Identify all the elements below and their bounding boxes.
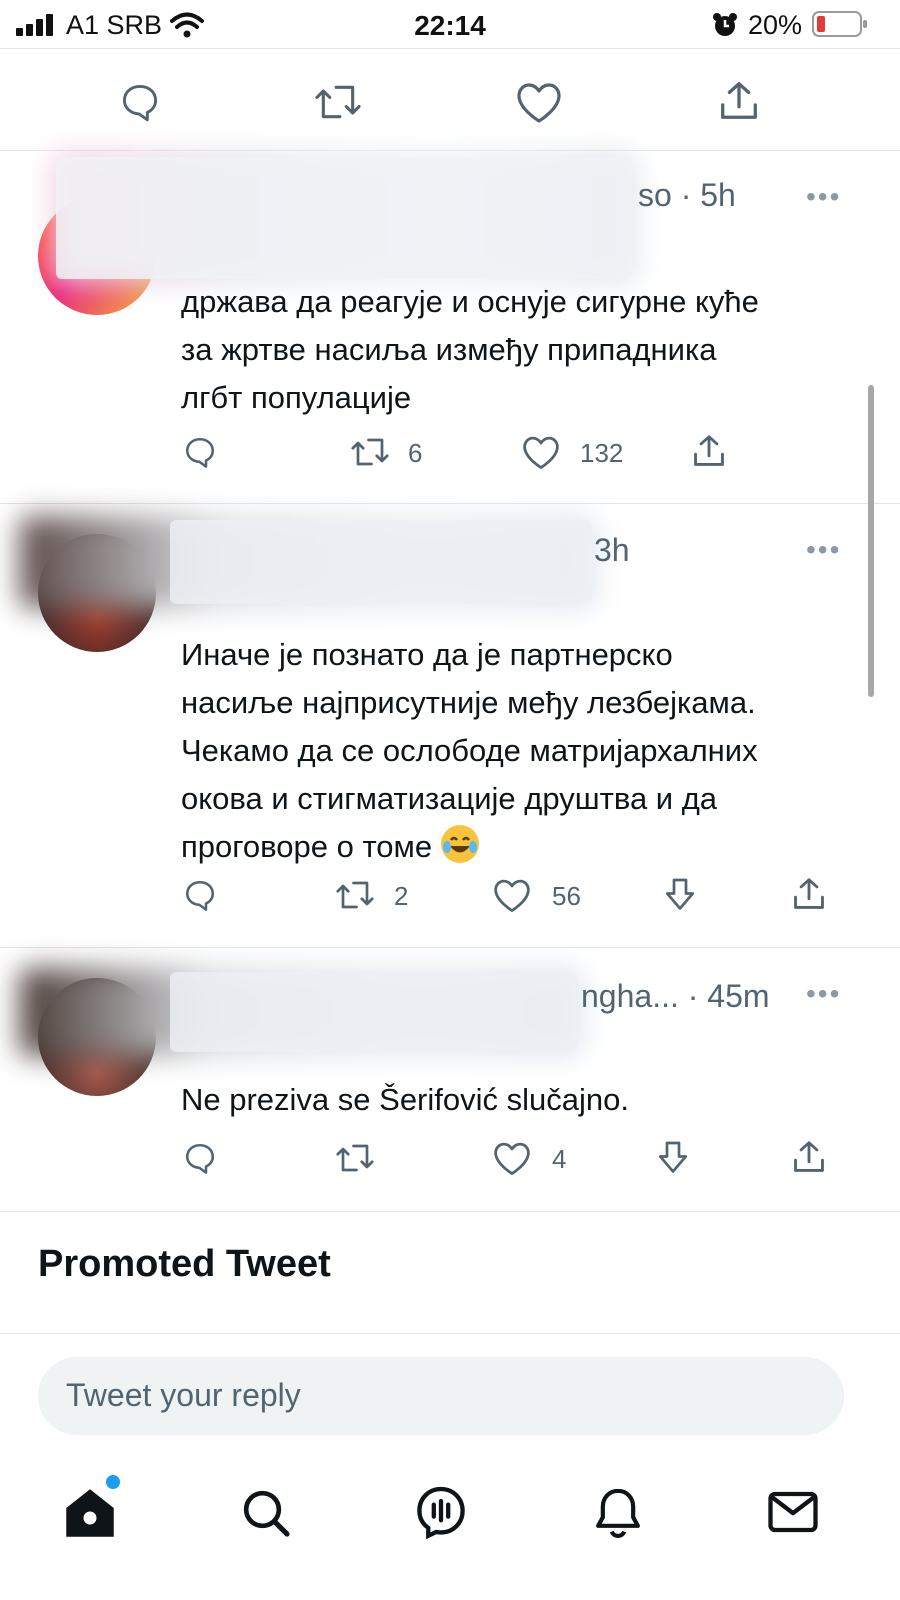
- tweet-text-line: окова и стигматизације друштва и да: [181, 781, 718, 816]
- downvote-icon[interactable]: [662, 875, 698, 915]
- tweet-meta: so · 5h: [638, 177, 736, 213]
- redaction-overlay: [170, 972, 578, 1052]
- tweet-text-line: Ne preziva se Šerifović slučajno.: [181, 1082, 629, 1117]
- retweet-count: 2: [394, 881, 409, 911]
- tears-of-joy-emoji-icon: [440, 825, 479, 863]
- retweet-icon[interactable]: [349, 434, 391, 470]
- tweet-text-line: за жртве насиља између припадника: [181, 332, 717, 367]
- share-icon[interactable]: [716, 78, 762, 124]
- divider: [0, 1211, 900, 1212]
- redaction-overlay: [56, 157, 632, 279]
- heart-icon[interactable]: [515, 80, 563, 124]
- more-icon[interactable]: •••: [806, 978, 841, 1010]
- bell-icon[interactable]: [590, 1483, 646, 1543]
- like-count: 4: [552, 1144, 567, 1174]
- reply-placeholder: Tweet your reply: [66, 1377, 301, 1413]
- tweet-text: Ne preziva se Šerifović slučajno.: [181, 1076, 881, 1124]
- alarm-icon: [713, 13, 737, 36]
- redaction-overlay: [170, 520, 592, 604]
- more-icon[interactable]: •••: [806, 534, 841, 566]
- retweet-icon[interactable]: [334, 1140, 376, 1176]
- status-bar: A1 SRB 22:14 20%: [0, 0, 900, 48]
- retweet-count: 6: [408, 438, 423, 468]
- share-icon[interactable]: [790, 1138, 828, 1176]
- tweet-text-segment: проговоре о томе: [181, 829, 433, 864]
- tweet-text: Иначе је познато да је партнерско насиље…: [181, 631, 881, 871]
- tweet-meta: 3h: [594, 532, 630, 568]
- battery-percent: 20%: [748, 10, 803, 40]
- spaces-icon[interactable]: [412, 1483, 470, 1543]
- tweet-text-line: држава да реагује и оснује сигурне куће: [181, 284, 759, 319]
- retweet-icon[interactable]: [334, 877, 376, 913]
- reply-input[interactable]: Tweet your reply: [38, 1357, 844, 1435]
- share-icon[interactable]: [790, 875, 828, 913]
- search-icon[interactable]: [238, 1485, 294, 1541]
- battery-icon: [812, 11, 867, 37]
- reply-icon[interactable]: [181, 877, 219, 913]
- like-count: 56: [552, 881, 581, 911]
- share-icon[interactable]: [690, 432, 728, 470]
- tweet-text-line: лгбт популације: [181, 380, 412, 415]
- tweet-text-line: Иначе је познато да је партнерско: [181, 637, 673, 672]
- tweet-meta: ngha... · 45m: [581, 978, 770, 1014]
- tweet-text: држава да реагује и оснује сигурне куће …: [181, 278, 881, 422]
- tab-home[interactable]: [60, 1473, 122, 1543]
- reply-icon[interactable]: [181, 434, 219, 470]
- retweet-icon[interactable]: [313, 80, 363, 124]
- tweet-text-line: насиље најприсутније међу лезбејкама.: [181, 685, 756, 720]
- tweet-text-line: проговоре о томе: [181, 823, 881, 871]
- promoted-heading: Promoted Tweet: [38, 1243, 331, 1285]
- notification-dot: [104, 1473, 122, 1491]
- scrollbar[interactable]: [868, 385, 874, 697]
- heart-icon[interactable]: [521, 434, 561, 470]
- divider: [0, 1333, 900, 1334]
- divider: [0, 48, 900, 49]
- heart-icon[interactable]: [492, 877, 532, 913]
- home-icon: [66, 1489, 114, 1537]
- reply-icon[interactable]: [117, 80, 163, 124]
- downvote-icon[interactable]: [655, 1138, 691, 1178]
- tweet-2[interactable]: 3h ••• Иначе је познато да је партнерско…: [0, 504, 900, 946]
- more-icon[interactable]: •••: [806, 181, 841, 213]
- heart-icon[interactable]: [492, 1140, 532, 1176]
- tweet-3[interactable]: ngha... · 45m ••• Ne preziva se Šerifovi…: [0, 948, 900, 1210]
- reply-icon[interactable]: [181, 1140, 219, 1176]
- like-count: 132: [580, 438, 624, 468]
- bottom-tab-bar: [0, 1455, 900, 1600]
- tweet-text-line: Чекамо да се ослободе матријархалних: [181, 733, 758, 768]
- mail-icon[interactable]: [766, 1487, 820, 1537]
- tweet-1[interactable]: so · 5h ••• држава да реагује и оснује с…: [0, 151, 900, 503]
